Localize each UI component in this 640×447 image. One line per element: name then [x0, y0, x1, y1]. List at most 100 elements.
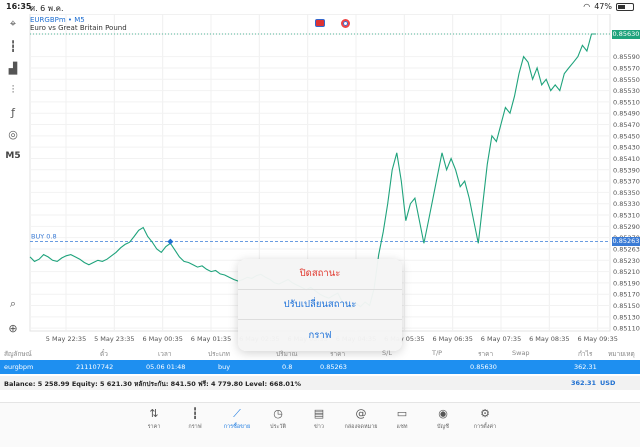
- tab-label: การซื้อขาย: [223, 424, 251, 430]
- battery-icon: [616, 2, 634, 11]
- y-tick-label: 0.85110: [613, 325, 640, 333]
- y-tick-label: 0.85290: [613, 223, 640, 231]
- col-profit: กำไร: [578, 350, 593, 358]
- x-tick-label: 6 May 09:35: [577, 335, 617, 343]
- tab-account[interactable]: ◉ บัญชี: [423, 407, 463, 431]
- total-profit: 362.31: [571, 379, 597, 387]
- y-tick-label: 0.85190: [613, 279, 640, 287]
- row-current-price: 0.85630: [470, 363, 497, 371]
- y-tick-label: 0.85410: [613, 155, 640, 163]
- y-tick-label: 0.85510: [613, 98, 640, 106]
- x-tick-label: 6 May 07:35: [481, 335, 521, 343]
- tab-quotes[interactable]: ⇅ ราคา: [134, 407, 174, 431]
- tab-mailbox[interactable]: @ กล่องจดหมาย: [341, 407, 381, 431]
- tab-label: แชท: [396, 424, 408, 430]
- col-current-price: ราคา: [478, 350, 494, 358]
- tab-label: ราคา: [147, 424, 161, 430]
- x-tick-label: 5 May 22:35: [46, 335, 86, 343]
- bottom-tab-bar: ⇅ ราคา ┇ กราฟ ⟋ การซื้อขาย ◷ ประวัติ ▤ ข…: [0, 402, 640, 447]
- buy-trade-marker: [167, 238, 174, 245]
- col-sl: S/L: [382, 349, 392, 357]
- trade-table-header: สัญลักษณ์ ตั๋ว เวลา ประเภท ปริมาณ ราคา S…: [0, 346, 640, 360]
- currency-label: USD: [600, 379, 616, 387]
- account-icon: ◉: [438, 407, 448, 420]
- y-tick-label: 0.85210: [613, 268, 640, 276]
- col-time: เวลา: [158, 350, 172, 358]
- tab-label: กล่องจดหมาย: [344, 424, 378, 430]
- symbol-description: Euro vs Great Britain Pound: [30, 24, 127, 32]
- y-tick-label: 0.85390: [613, 166, 640, 174]
- col-tp: T/P: [432, 349, 443, 357]
- modify-position-menu-item[interactable]: ปรับเปลี่ยนสถานะ: [238, 290, 402, 320]
- row-profit: 362.31: [574, 363, 597, 371]
- history-icon: ◷: [273, 407, 283, 420]
- col-comment: หมายเหตุ: [608, 350, 635, 358]
- trade-icon[interactable]: ⊕: [4, 320, 22, 336]
- y-tick-label: 0.85130: [613, 313, 640, 321]
- objects-icon[interactable]: ⫶: [4, 82, 22, 98]
- tab-trade[interactable]: ⟋ การซื้อขาย: [217, 407, 257, 431]
- chat-icon: ▭: [396, 407, 408, 420]
- crosshair-icon[interactable]: ⌖: [4, 16, 22, 32]
- row-type: buy: [218, 363, 231, 371]
- search-icon[interactable]: ⌕: [4, 296, 22, 312]
- y-tick-label: 0.85230: [613, 257, 640, 265]
- tab-label: การตั้งค่า: [473, 424, 497, 430]
- status-time: 16:35: [6, 2, 32, 11]
- y-tick-label: 0.85350: [613, 189, 640, 197]
- tab-settings[interactable]: ⚙ การตั้งค่า: [465, 407, 505, 431]
- tab-label: ประวัติ: [269, 424, 287, 430]
- col-symbol: สัญลักษณ์: [4, 350, 32, 358]
- buy-price-tag: 0.85263: [612, 237, 640, 247]
- battery-percent: 47%: [594, 2, 612, 11]
- table-row[interactable]: eurgbpm 211107742 05.06 01:48 buy 0.8 0.…: [0, 360, 640, 374]
- chart-icon: ┇: [191, 407, 199, 420]
- y-tick-label: 0.85490: [613, 110, 640, 118]
- symbol-title[interactable]: EURGBPm • M5: [30, 16, 85, 24]
- y-tick-label: 0.85470: [613, 121, 640, 129]
- balance-text: Balance: 5 258.99 Equity: 5 621.30 หลักป…: [4, 380, 301, 388]
- y-tick-label: 0.85450: [613, 132, 640, 140]
- col-price: ราคา: [330, 350, 346, 358]
- tab-news[interactable]: ▤ ข่าว: [299, 407, 339, 431]
- tab-history[interactable]: ◷ ประวัติ: [258, 407, 298, 431]
- chart-toolbar: ⌖ ┇ ▟ ⫶ ƒ ◎ M5 ⌕ ⊕: [0, 14, 26, 344]
- x-tick-label: 6 May 01:35: [191, 335, 231, 343]
- timeframe-button[interactable]: M5: [4, 148, 22, 164]
- x-tick-label: 5 May 23:35: [94, 335, 134, 343]
- x-tick-label: 6 May 08:35: [529, 335, 569, 343]
- row-time: 05.06 01:48: [146, 363, 186, 371]
- row-volume: 0.8: [282, 363, 293, 371]
- eu-flag-icon: [315, 19, 325, 27]
- y-tick-label: 0.85550: [613, 76, 640, 84]
- trade-icon: ⟋: [233, 407, 241, 420]
- tab-label: บัญชี: [437, 424, 449, 430]
- current-price-tag: 0.85630: [612, 29, 640, 39]
- tab-chart[interactable]: ┇ กราฟ: [175, 407, 215, 431]
- reference-line-label: BUY 0.8: [31, 233, 57, 241]
- tab-label: ข่าว: [314, 424, 324, 430]
- settings-icon: ⚙: [480, 407, 490, 420]
- tab-chat[interactable]: ▭ แชท: [382, 407, 422, 431]
- close-position-menu-item[interactable]: ปิดสถานะ: [238, 259, 402, 290]
- y-tick-label: 0.85330: [613, 200, 640, 208]
- wifi-icon: ◠: [583, 2, 591, 11]
- row-ticket: 211107742: [76, 363, 114, 371]
- y-tick-label: 0.85370: [613, 178, 640, 186]
- status-bar: 16:35 ศ. 6 พ.ค. ◠ 47%: [0, 0, 640, 14]
- y-tick-label: 0.85530: [613, 87, 640, 95]
- row-open-price: 0.85263: [320, 363, 347, 371]
- shapes-icon[interactable]: ◎: [4, 126, 22, 142]
- candles-icon[interactable]: ┇: [4, 38, 22, 54]
- y-tick-label: 0.85430: [613, 144, 640, 152]
- function-icon[interactable]: ƒ: [4, 104, 22, 120]
- status-indicators: ◠ 47%: [583, 2, 634, 11]
- col-ticket: ตั๋ว: [100, 350, 108, 358]
- x-tick-label: 6 May 00:35: [142, 335, 182, 343]
- y-tick-label: 0.85170: [613, 291, 640, 299]
- col-volume: ปริมาณ: [276, 350, 298, 358]
- col-swap: Swap: [512, 349, 530, 357]
- y-tick-label: 0.85570: [613, 64, 640, 72]
- quotes-icon: ⇅: [149, 407, 159, 420]
- indicators-icon[interactable]: ▟: [4, 60, 22, 76]
